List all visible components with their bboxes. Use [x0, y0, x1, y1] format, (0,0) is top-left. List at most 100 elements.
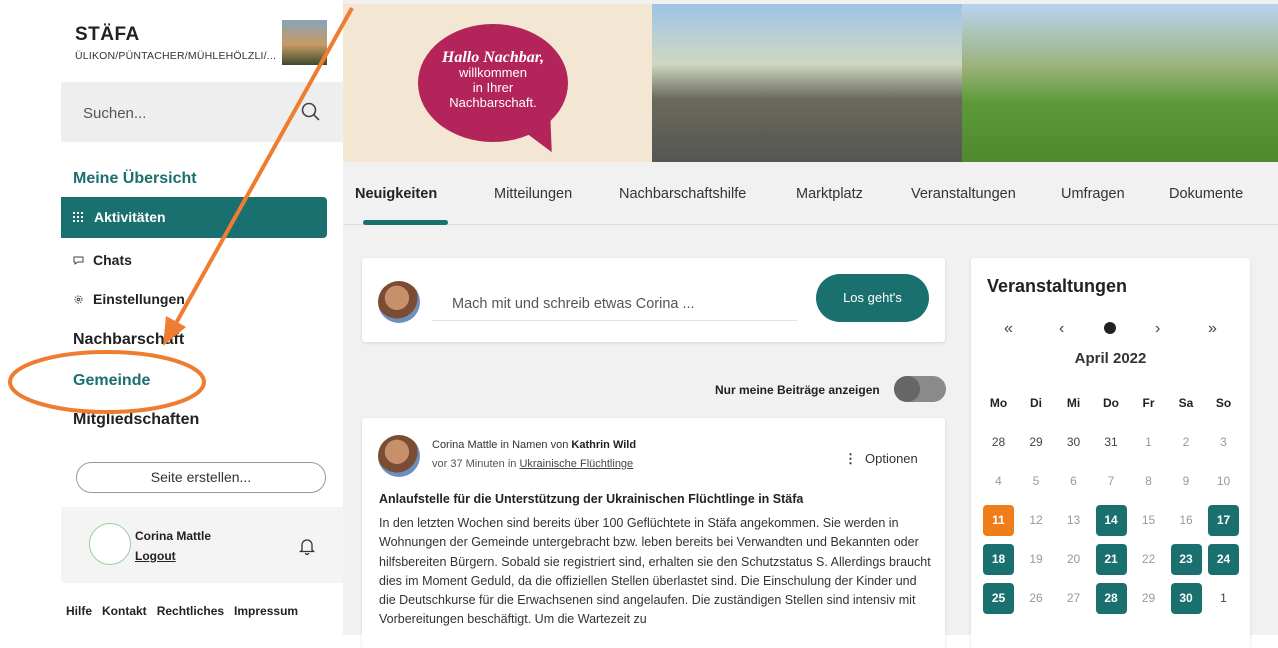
org-thumbnail[interactable]: [282, 20, 327, 65]
footer-link-help[interactable]: Hilfe: [66, 604, 92, 618]
calendar-day[interactable]: 11: [983, 505, 1014, 536]
calendar-week-row: 11 12 13 14 15 16 17: [983, 505, 1243, 544]
calendar-day[interactable]: 30: [1058, 427, 1089, 458]
calendar-day[interactable]: 14: [1095, 505, 1127, 536]
calendar-day[interactable]: 28: [1095, 583, 1127, 614]
post-input-placeholder: Mach mit und schreib etwas Corina ...: [452, 296, 695, 312]
calendar-day[interactable]: 24: [1208, 544, 1239, 575]
calendar-day[interactable]: 20: [1058, 544, 1089, 575]
tab-neighborhood-help[interactable]: Nachbarschaftshilfe: [619, 186, 746, 202]
calendar-day[interactable]: 19: [1021, 544, 1052, 575]
calendar-day[interactable]: 26: [1021, 583, 1052, 614]
calendar-week-row: 25 26 27 28 29 30 1: [983, 583, 1243, 622]
calendar-day[interactable]: 6: [1058, 466, 1089, 497]
current-month-dot[interactable]: [1104, 322, 1116, 334]
footer-link-imprint[interactable]: Impressum: [234, 604, 298, 618]
my-posts-toggle[interactable]: [894, 376, 946, 402]
active-tab-indicator: [363, 220, 448, 225]
calendar-weekday-row: Mo Di Mi Do Fr Sa So: [983, 388, 1243, 427]
calendar-day[interactable]: 15: [1133, 505, 1164, 536]
post-options-label: Optionen: [865, 451, 918, 466]
footer-link-contact[interactable]: Kontakt: [102, 604, 147, 618]
calendar-weekday: Sa: [1178, 396, 1194, 410]
tab-bar: Neuigkeiten Mitteilungen Nachbarschaftsh…: [343, 162, 1278, 225]
calendar-weekday: Mo: [989, 396, 1008, 410]
post-author-name[interactable]: Kathrin Wild: [571, 439, 636, 451]
calendar-day[interactable]: 7: [1096, 466, 1127, 497]
calendar-day[interactable]: 18: [983, 544, 1014, 575]
calendar-day[interactable]: 2: [1171, 427, 1202, 458]
sidebar-item-settings[interactable]: Einstellungen: [73, 291, 185, 307]
post-meta: vor 37 Minuten in Ukrainische Flüchtling…: [432, 458, 633, 470]
post-author-prefix: Corina Mattle in Namen von: [432, 439, 569, 451]
calendar-day[interactable]: 13: [1058, 505, 1089, 536]
events-title: Veranstaltungen: [987, 276, 1128, 296]
calendar-day[interactable]: 29: [1021, 427, 1052, 458]
logout-link[interactable]: Logout: [135, 549, 176, 563]
calendar-weekday: So: [1215, 396, 1232, 410]
sidebar: STÄFA ÜLIKON/PÜNTACHER/MÜHLEHÖLZLI/... S…: [0, 0, 343, 635]
tab-marketplace[interactable]: Marktplatz: [796, 186, 863, 202]
avatar[interactable]: [89, 523, 131, 565]
post-submit-button[interactable]: Los geht's: [816, 274, 929, 322]
tab-events[interactable]: Veranstaltungen: [911, 186, 1016, 202]
grid-icon: [73, 212, 83, 222]
calendar-day[interactable]: 9: [1171, 466, 1202, 497]
calendar-day[interactable]: 29: [1133, 583, 1164, 614]
create-page-button[interactable]: Seite erstellen...: [76, 462, 326, 493]
search-icon[interactable]: [299, 100, 323, 124]
post-input[interactable]: Mach mit und schreib etwas Corina ...: [432, 274, 797, 321]
calendar-day[interactable]: 27: [1058, 583, 1089, 614]
calendar-day[interactable]: 1: [1133, 427, 1164, 458]
calendar-day[interactable]: 21: [1095, 544, 1127, 575]
calendar-day[interactable]: 5: [1021, 466, 1052, 497]
org-subtitle: ÜLIKON/PÜNTACHER/MÜHLEHÖLZLI/...: [75, 50, 277, 62]
calendar-day[interactable]: 8: [1133, 466, 1164, 497]
tab-news[interactable]: Neuigkeiten: [355, 186, 437, 202]
calendar-day[interactable]: 10: [1208, 466, 1239, 497]
section-memberships[interactable]: Mitgliedschaften: [73, 411, 199, 429]
next-year-icon[interactable]: »: [1208, 320, 1217, 338]
post-card: Corina Mattle in Namen von Kathrin Wild …: [362, 418, 945, 648]
calendar-week-row: 28 29 30 31 1 2 3: [983, 427, 1243, 466]
calendar-day[interactable]: 1: [1208, 583, 1239, 614]
avatar: [378, 281, 420, 323]
tab-polls[interactable]: Umfragen: [1061, 186, 1125, 202]
section-overview[interactable]: Meine Übersicht: [73, 170, 197, 188]
section-community[interactable]: Gemeinde: [73, 372, 150, 390]
calendar-day[interactable]: 23: [1170, 544, 1202, 575]
prev-year-icon[interactable]: «: [1004, 320, 1013, 338]
section-neighborhood[interactable]: Nachbarschaft: [73, 331, 184, 349]
sidebar-item-activities[interactable]: Aktivitäten: [61, 197, 327, 238]
tab-messages[interactable]: Mitteilungen: [494, 186, 572, 202]
calendar-grid: Mo Di Mi Do Fr Sa So 28 29 30 31 1 2 3 4 5 6 7 8 9 10 11 12 13 1…: [983, 388, 1243, 622]
footer-link-legal[interactable]: Rechtliches: [157, 604, 224, 618]
calendar-day[interactable]: 30: [1170, 583, 1202, 614]
calendar-day[interactable]: 25: [983, 583, 1014, 614]
calendar-month: April 2022: [1074, 350, 1147, 367]
calendar-day[interactable]: 17: [1208, 505, 1239, 536]
welcome-line-1: Hallo Nachbar,: [441, 49, 545, 66]
avatar[interactable]: [378, 435, 420, 477]
post-group-link[interactable]: Ukrainische Flüchtlinge: [519, 458, 633, 470]
calendar-day[interactable]: 31: [1096, 427, 1127, 458]
calendar-day[interactable]: 12: [1021, 505, 1052, 536]
post-title: Anlaufstelle für die Unterstützung der U…: [379, 492, 804, 506]
sidebar-item-chats[interactable]: Chats: [73, 252, 132, 268]
my-posts-toggle-label: Nur meine Beiträge anzeigen: [715, 383, 880, 397]
calendar-day[interactable]: 3: [1208, 427, 1239, 458]
prev-month-icon[interactable]: ‹: [1059, 320, 1064, 338]
welcome-text: Hallo Nachbar, willkommen in Ihrer Nachb…: [418, 49, 568, 111]
tab-documents[interactable]: Dokumente: [1169, 186, 1243, 202]
calendar-day[interactable]: 28: [983, 427, 1014, 458]
calendar-day[interactable]: 22: [1133, 544, 1164, 575]
next-month-icon[interactable]: ›: [1155, 320, 1160, 338]
calendar-day[interactable]: 4: [983, 466, 1014, 497]
calendar-weekday: Mi: [1066, 396, 1081, 410]
post-options-button[interactable]: ⋮ Optionen: [844, 451, 918, 467]
calendar-day[interactable]: 16: [1171, 505, 1202, 536]
calendar-weekday: Fr: [1142, 396, 1155, 410]
search-input[interactable]: Suchen...: [61, 82, 343, 142]
bell-icon[interactable]: [299, 537, 315, 555]
events-widget: Veranstaltungen « ‹ › » April 2022 Mo Di M…: [971, 258, 1250, 648]
